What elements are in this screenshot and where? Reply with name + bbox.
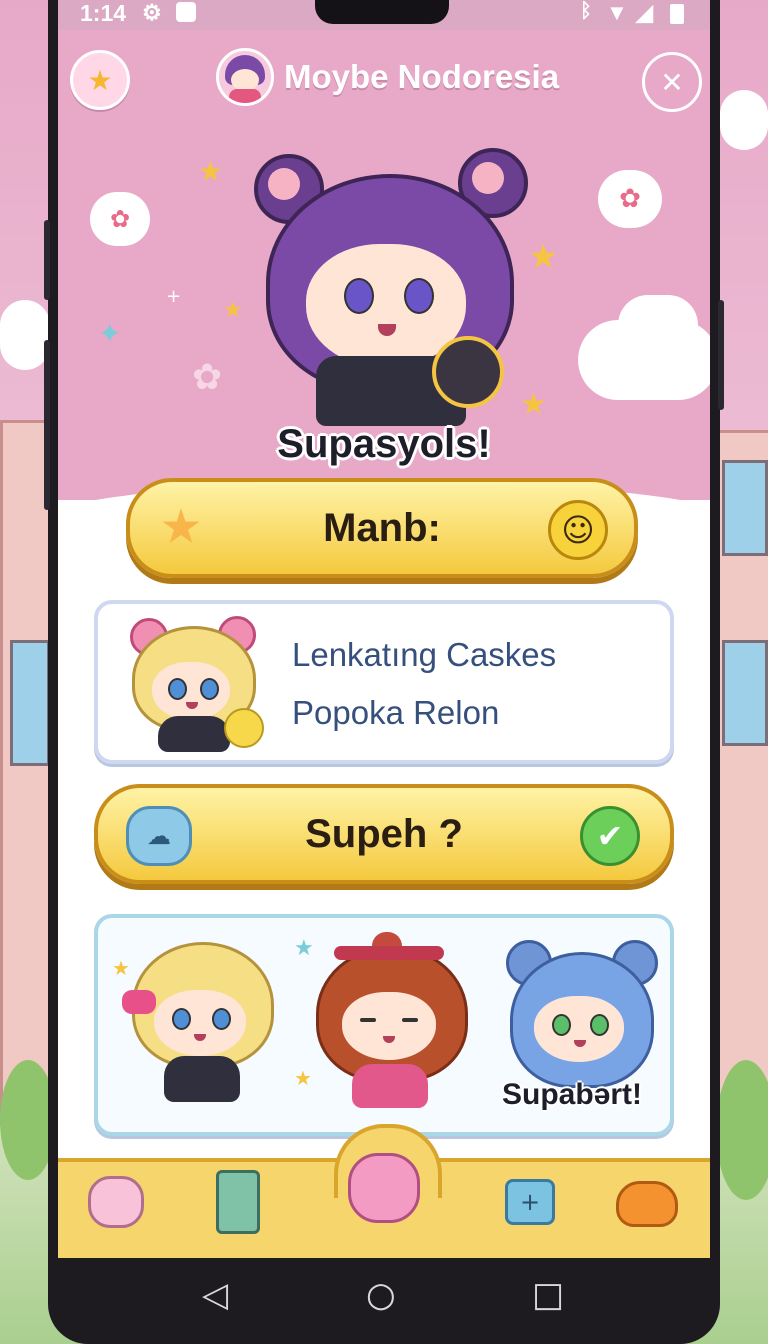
home-icon[interactable]: ○ <box>366 1278 396 1312</box>
avatar[interactable] <box>216 48 274 106</box>
nav-item-hamster[interactable] <box>84 1170 148 1234</box>
app-screen: ★ ★ ★ ★ ✦ + ✿ ✿ ✿ Supasyols! 1:14 ⚙ ᛒ ▼ … <box>58 0 710 1258</box>
check-icon: ✔ <box>580 806 640 866</box>
background-window <box>722 460 768 556</box>
status-time: 1:14 <box>80 0 127 26</box>
main-character-illustration <box>246 148 536 438</box>
background-cloud <box>720 90 768 150</box>
sparkle-decoration: ✦ <box>98 317 122 350</box>
flower-decoration: ✿ <box>598 170 662 228</box>
flower-decoration: ✿ <box>90 192 150 246</box>
character-option-redhead[interactable] <box>304 932 474 1116</box>
recents-icon[interactable]: □ <box>532 1278 564 1312</box>
background-window <box>722 640 768 746</box>
medkit-icon: + <box>505 1179 555 1225</box>
star-decoration: ★ <box>198 155 224 188</box>
close-icon: ✕ <box>660 65 684 99</box>
cloud-icon: ☁ <box>126 806 192 866</box>
close-button[interactable]: ✕ <box>642 52 702 112</box>
camera-notch <box>315 0 449 24</box>
background-window <box>10 640 50 766</box>
hero-caption: Supasyols! <box>277 422 491 466</box>
power-button <box>718 300 724 410</box>
character-option-blonde[interactable] <box>120 934 280 1114</box>
phone-frame: ★ ★ ★ ★ ✦ + ✿ ✿ ✿ Supasyols! 1:14 ⚙ ᛒ ▼ … <box>44 0 724 1344</box>
star-icon: ★ <box>159 499 203 555</box>
wifi-icon: ▼ <box>606 0 628 25</box>
back-icon[interactable]: ◁ <box>202 1278 228 1312</box>
nav-item-game-machine[interactable] <box>206 1166 270 1238</box>
cloud-decoration <box>618 295 698 355</box>
character-card-caption: Supabərt! <box>502 1078 643 1111</box>
signal-icon: ◢ <box>636 0 653 25</box>
bird-icon <box>616 1181 678 1227</box>
star-icon: ★ <box>87 63 113 97</box>
volume-button <box>44 340 50 510</box>
sparkle-decoration: + <box>166 286 182 307</box>
app-title: Moybe Nodoresia <box>284 58 560 95</box>
bluetooth-icon: ᛒ <box>580 0 592 22</box>
info-card[interactable]: Lenkatıng Caskes Popoka Relon <box>94 600 674 764</box>
info-card-line2: Popoka Relon <box>292 694 500 731</box>
hero-banner: ★ ★ ★ ★ ✦ + ✿ ✿ ✿ Supasyols! <box>58 30 710 582</box>
system-navigation-bar: ◁ ○ □ <box>48 1258 720 1344</box>
star-decoration: ★ <box>223 298 243 323</box>
nav-item-pig[interactable] <box>342 1146 426 1230</box>
info-card-line1: Lenkatıng Caskes <box>292 636 557 673</box>
confirm-button[interactable]: ☁ Supeh ? ✔ <box>94 784 674 884</box>
smiley-icon: ☺ <box>548 500 608 560</box>
hamster-icon <box>88 1176 144 1228</box>
menu-button[interactable]: ★ Manb: ☺ <box>126 478 638 578</box>
pig-icon <box>348 1153 420 1223</box>
favorites-button[interactable]: ★ <box>70 50 130 110</box>
volume-button <box>44 220 50 300</box>
character-selection-card: ★ ★ ★ Supabərt! <box>94 914 674 1136</box>
menu-button-label: Manb: <box>323 505 441 550</box>
confirm-button-label: Supeh ? <box>305 811 463 856</box>
status-bar: 1:14 ⚙ ᛒ ▼ ◢ <box>58 0 710 30</box>
nav-item-medkit[interactable]: + <box>498 1170 562 1234</box>
record-icon <box>176 2 196 22</box>
nav-item-bird[interactable] <box>612 1174 682 1234</box>
settings-icon: ⚙ <box>142 0 162 25</box>
blonde-character-illustration <box>118 612 268 754</box>
flower-decoration: ✿ <box>192 357 223 398</box>
background-bush <box>716 1060 768 1200</box>
battery-icon <box>670 4 684 24</box>
plush-companion <box>432 336 504 408</box>
background-cloud <box>0 300 50 370</box>
game-machine-icon <box>216 1170 260 1234</box>
